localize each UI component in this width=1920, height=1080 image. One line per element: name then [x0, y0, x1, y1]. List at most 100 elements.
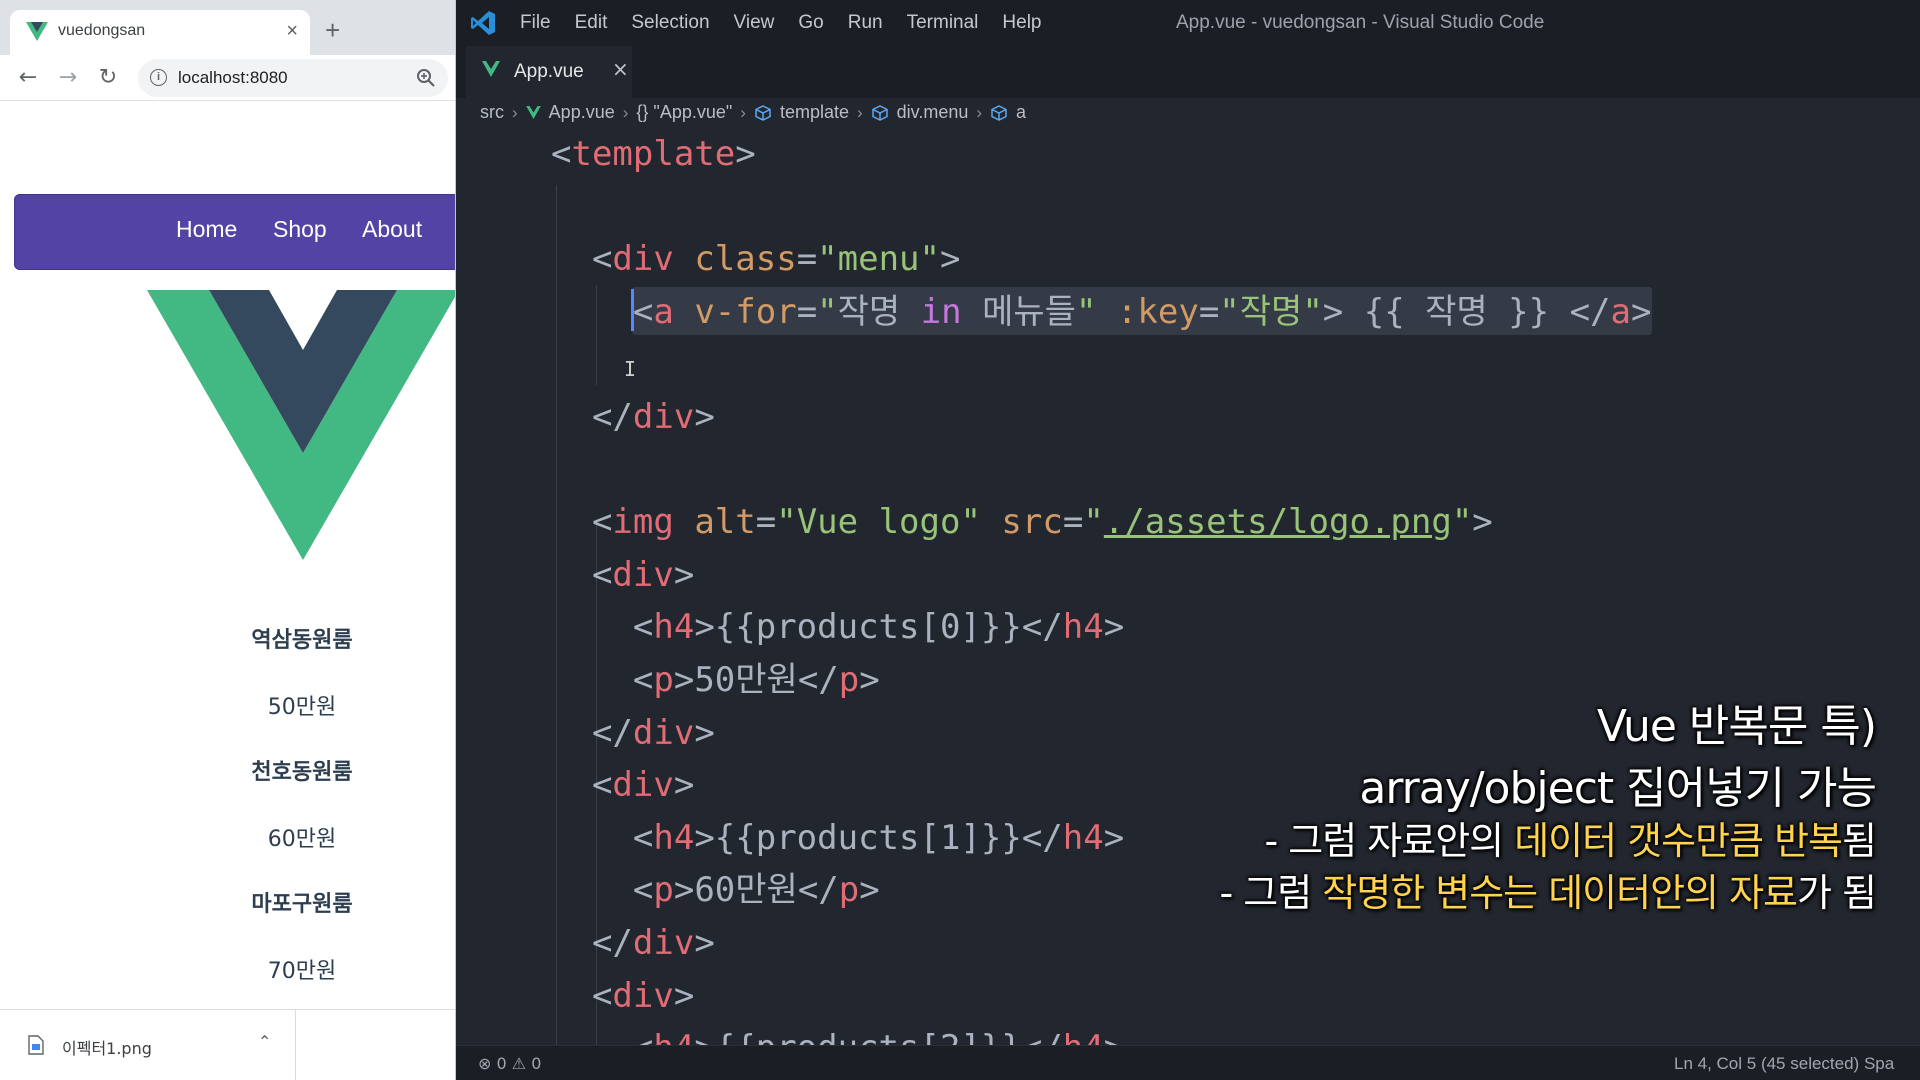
code-token: < — [551, 135, 572, 174]
code-token: p — [838, 660, 860, 700]
forward-arrow-icon[interactable]: → — [54, 64, 82, 92]
breadcrumb-file[interactable]: App.vue — [549, 102, 615, 123]
download-file-name[interactable]: 이펙터1.png — [62, 1035, 152, 1059]
code-token: = — [796, 239, 818, 280]
code-token: = — [1198, 291, 1220, 332]
menu-file[interactable]: File — [520, 12, 551, 34]
code-token: img — [612, 502, 674, 543]
code-token: >60만원</ — [673, 870, 839, 911]
code-token: > — [694, 923, 715, 963]
cursor-position[interactable]: Ln 4, Col 5 (45 selected) Spa — [1674, 1054, 1894, 1074]
code-token: a — [653, 291, 674, 332]
code-token: template — [571, 135, 736, 174]
menu-link-home[interactable]: Home — [176, 216, 237, 243]
breadcrumb-template[interactable]: template — [780, 102, 849, 123]
code-line[interactable]: <p>50만원</p> — [551, 655, 880, 705]
product-price: 50만원 — [267, 695, 337, 720]
code-token: </ — [551, 923, 633, 963]
text-cursor — [631, 289, 634, 331]
code-token: < — [551, 975, 613, 1016]
code-token: div — [612, 239, 674, 280]
menu-go[interactable]: Go — [798, 12, 823, 34]
editor-tab-bar: App.vue × — [456, 46, 1920, 98]
code-token: </ — [551, 397, 633, 437]
menu-run[interactable]: Run — [848, 12, 883, 34]
code-token: >{{products[2]}}</ — [694, 1028, 1062, 1045]
breadcrumb-a[interactable]: a — [1016, 102, 1026, 123]
code-token: > — [735, 135, 756, 174]
code-token: p — [653, 660, 674, 700]
address-bar[interactable]: i localhost:8080 — [138, 59, 448, 97]
back-arrow-icon[interactable]: ← — [14, 64, 42, 92]
breadcrumb-src[interactable]: src — [480, 102, 504, 123]
code-line[interactable]: </div> — [551, 708, 715, 758]
browser-tab[interactable]: vuedongsan × — [10, 10, 310, 55]
reload-icon[interactable]: ↻ — [94, 64, 122, 92]
code-token: h4 — [653, 1028, 694, 1045]
menu-help[interactable]: Help — [1002, 12, 1041, 34]
menu-edit[interactable]: Edit — [575, 12, 608, 34]
download-item[interactable]: 이펙터1.png ⌃ — [0, 1010, 296, 1080]
chevron-right-icon: › — [512, 102, 518, 122]
code-token: > {{ 작명 }} </ — [1322, 291, 1611, 332]
code-token: h4 — [1063, 1028, 1104, 1045]
new-tab-button[interactable]: + — [325, 16, 340, 44]
code-line[interactable]: <h4>{{products[2]}}</h4> — [551, 1023, 1124, 1045]
code-token: < — [551, 607, 654, 648]
code-line[interactable]: <div> — [551, 550, 694, 600]
code-token: h4 — [653, 817, 695, 858]
menu-view[interactable]: View — [734, 12, 775, 34]
tab-close-icon[interactable]: × — [286, 19, 298, 43]
code-line[interactable]: <template> — [551, 135, 756, 179]
editor-tab-app-vue[interactable]: App.vue × — [466, 46, 632, 98]
cube-icon — [991, 104, 1007, 121]
breadcrumb-div-menu[interactable]: div.menu — [897, 102, 969, 123]
browser-tabstrip: vuedongsan × + — [0, 0, 455, 55]
site-info-icon[interactable]: i — [150, 69, 167, 86]
code-token: > — [673, 975, 695, 1016]
code-line[interactable]: <div class="menu"> — [551, 234, 961, 284]
download-bar: 이펙터1.png ⌃ — [0, 1009, 455, 1080]
code-token: div — [612, 975, 674, 1016]
menu-selection[interactable]: Selection — [631, 12, 709, 34]
code-line[interactable]: </div> — [551, 392, 715, 442]
code-line[interactable]: <p>60만원</p> — [551, 865, 880, 915]
code-line[interactable]: <div> — [551, 971, 694, 1021]
code-token: > — [1103, 607, 1125, 648]
overlay-text: 가 됨 — [1797, 871, 1877, 915]
chevron-up-icon[interactable]: ⌃ — [258, 1032, 271, 1051]
overlay-line-3: - 그럼 자료안의 데이터 갯수만큼 반복됨 — [1265, 810, 1877, 865]
code-token: h4 — [1062, 817, 1104, 858]
code-token: < — [551, 870, 654, 911]
problems-count[interactable]: ⊗ 0 ⚠ 0 — [478, 1054, 541, 1073]
code-token: div — [612, 765, 674, 806]
menu-link-about[interactable]: About — [362, 216, 422, 243]
code-token: "작명" — [1219, 291, 1323, 332]
code-line[interactable]: <h4>{{products[1]}}</h4> — [551, 813, 1124, 863]
browser-window: vuedongsan × + ← → ↻ i localhost:8080 Ho… — [0, 0, 456, 1080]
code-token: "Vue logo" — [776, 502, 981, 543]
zoom-icon[interactable] — [416, 68, 436, 88]
close-icon[interactable]: × — [612, 57, 629, 81]
code-line[interactable]: </div> — [551, 918, 715, 968]
code-line[interactable]: <img alt="Vue logo" src="./assets/logo.p… — [551, 497, 1493, 547]
vue-file-icon — [482, 61, 500, 77]
menu-terminal[interactable]: Terminal — [907, 12, 979, 34]
breadcrumb-sfc[interactable]: {} "App.vue" — [636, 102, 732, 123]
editor-tab-label[interactable]: App.vue — [514, 61, 584, 83]
code-token: </ — [551, 712, 633, 753]
menu-link-shop[interactable]: Shop — [273, 216, 327, 243]
code-line[interactable]: <h4>{{products[0]}}</h4> — [551, 602, 1124, 652]
product-name: 천호동원룸 — [251, 760, 353, 785]
code-token: " — [1083, 502, 1104, 543]
ibeam-cursor-icon: I — [624, 357, 637, 381]
code-line[interactable]: <a v-for="작명 in 메뉴들" :key="작명"> {{ 작명 }}… — [551, 287, 1652, 337]
code-line[interactable]: <div> — [551, 760, 694, 810]
code-token: > — [1103, 817, 1125, 858]
code-token: < — [551, 239, 613, 280]
chevron-right-icon: › — [856, 102, 863, 122]
address-url[interactable]: localhost:8080 — [178, 68, 288, 88]
file-icon — [28, 1035, 44, 1055]
